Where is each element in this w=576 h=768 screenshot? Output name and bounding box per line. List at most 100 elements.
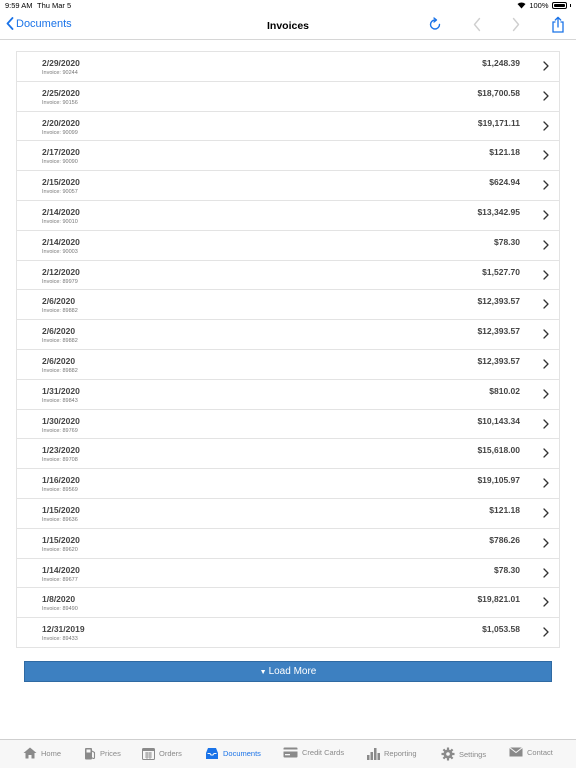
invoice-row[interactable]: 1/23/2020 Invoice: 89708 $15,618.00 — [17, 439, 559, 470]
invoice-row[interactable]: 2/20/2020 Invoice: 90099 $19,171.11 — [17, 111, 559, 142]
invoice-number: Invoice: 90090 — [42, 159, 78, 166]
invoice-amount: $1,053.58 — [482, 624, 520, 635]
invoice-amount: $1,527.70 — [482, 266, 520, 277]
invoice-amount: $12,393.57 — [477, 326, 520, 337]
tab-prices[interactable]: Prices — [84, 747, 121, 760]
load-more-label: Load More — [268, 666, 317, 677]
invoice-number: Invoice: 89708 — [42, 457, 78, 464]
invoice-number: Invoice: 89490 — [42, 606, 78, 613]
envelope-icon — [509, 747, 523, 757]
bar-chart-icon — [367, 748, 380, 760]
invoice-row[interactable]: 2/14/2020 Invoice: 90003 $78.30 — [17, 230, 559, 261]
calendar-icon — [142, 748, 155, 760]
battery-percent: 100% — [529, 1, 549, 10]
invoice-date: 2/25/2020 — [42, 87, 80, 98]
chevron-right-icon — [543, 299, 549, 310]
invoice-row[interactable]: 2/17/2020 Invoice: 90090 $121.18 — [17, 141, 559, 172]
battery-icon — [551, 2, 567, 9]
tab-reporting[interactable]: Reporting — [366, 747, 417, 760]
share-icon[interactable] — [551, 16, 565, 33]
tab-home[interactable]: Home — [23, 747, 61, 759]
invoice-date: 2/6/2020 — [42, 296, 76, 307]
invoice-row[interactable]: 2/29/2020 Invoice: 90244 $1,248.39 — [17, 52, 559, 82]
invoice-amount: $18,700.58 — [477, 87, 520, 98]
load-more-button[interactable]: ▼ Load More — [24, 661, 552, 682]
chevron-right-icon — [543, 389, 549, 399]
invoice-row[interactable]: 12/31/2019 Invoice: 89433 $1,053.58 — [17, 618, 559, 648]
invoice-amount: $786.26 — [489, 534, 520, 545]
invoice-number: Invoice: 89620 — [42, 546, 78, 553]
tab-contact-label: Contact — [527, 747, 553, 757]
tab-documents[interactable]: Documents — [205, 747, 261, 760]
invoice-row[interactable]: 2/12/2020 Invoice: 89979 $1,527.70 — [17, 260, 559, 291]
invoice-row[interactable]: 2/6/2020 Invoice: 89882 $12,393.57 — [17, 320, 559, 350]
invoice-number: Invoice: 89882 — [42, 308, 78, 315]
status-bar: 9:59 AM Thu Mar 5 100% — [0, 0, 576, 12]
invoice-number: Invoice: 89882 — [42, 367, 78, 374]
tab-contact[interactable]: Contact — [509, 747, 553, 757]
chevron-right-icon — [543, 478, 549, 488]
previous-arrow-icon[interactable] — [472, 17, 482, 32]
tab-reporting-label: Reporting — [384, 749, 417, 758]
status-right: 100% — [517, 1, 571, 10]
invoice-number: Invoice: 89769 — [42, 427, 78, 434]
invoice-date: 2/14/2020 — [42, 206, 80, 217]
chevron-right-icon — [543, 538, 549, 548]
credit-card-icon — [283, 747, 298, 758]
invoice-amount: $121.18 — [489, 147, 520, 158]
invoice-number: Invoice: 90156 — [42, 99, 78, 106]
invoice-row[interactable]: 1/15/2020 Invoice: 89620 $786.26 — [17, 528, 559, 559]
invoice-date: 2/6/2020 — [42, 326, 76, 337]
wifi-icon — [517, 2, 526, 9]
invoice-amount: $624.94 — [489, 177, 520, 188]
invoice-number: Invoice: 90003 — [42, 248, 78, 255]
battery-tip — [569, 4, 571, 7]
tab-credit-cards-label: Credit Cards — [302, 748, 345, 757]
invoice-amount: $10,143.34 — [477, 415, 520, 426]
refresh-icon[interactable] — [428, 17, 442, 32]
tab-home-label: Home — [41, 748, 62, 758]
invoice-date: 1/8/2020 — [42, 594, 76, 605]
tab-credit-cards[interactable]: Credit Cards — [283, 747, 344, 758]
invoice-row[interactable]: 1/31/2020 Invoice: 89843 $810.02 — [17, 379, 559, 410]
invoice-date: 1/30/2020 — [42, 415, 80, 426]
status-date: Thu Mar 5 — [37, 1, 72, 10]
invoice-row[interactable]: 1/15/2020 Invoice: 89636 $121.18 — [17, 498, 559, 529]
invoice-row[interactable]: 2/14/2020 Invoice: 90010 $13,342.95 — [17, 200, 559, 231]
invoice-date: 1/23/2020 — [42, 445, 80, 456]
invoice-row[interactable]: 2/6/2020 Invoice: 89882 $12,393.57 — [17, 290, 559, 321]
invoice-date: 2/6/2020 — [42, 355, 76, 366]
invoice-row[interactable]: 2/25/2020 Invoice: 90156 $18,700.58 — [17, 81, 559, 112]
invoice-amount: $12,393.57 — [477, 355, 520, 366]
invoice-date: 2/17/2020 — [42, 147, 80, 158]
invoice-number: Invoice: 89569 — [42, 487, 78, 494]
invoice-row[interactable]: 1/14/2020 Invoice: 89677 $78.30 — [17, 558, 559, 589]
invoice-number: Invoice: 90010 — [42, 218, 78, 225]
tab-bar: Home Prices Orders Documents Credit Card… — [0, 739, 576, 768]
invoice-amount: $13,342.95 — [477, 206, 520, 217]
tab-settings[interactable]: Settings — [441, 747, 486, 761]
invoice-number: Invoice: 89979 — [42, 278, 78, 285]
invoice-date: 2/14/2020 — [42, 236, 80, 247]
chevron-right-icon — [543, 269, 549, 280]
invoice-amount: $78.30 — [494, 236, 520, 247]
invoice-amount: $19,105.97 — [477, 475, 520, 486]
invoice-number: Invoice: 89433 — [42, 636, 78, 643]
invoice-date: 12/31/2019 — [42, 624, 85, 635]
invoice-row[interactable]: 2/6/2020 Invoice: 89882 $12,393.57 — [17, 349, 559, 380]
invoice-number: Invoice: 89882 — [42, 338, 78, 345]
invoice-row[interactable]: 1/16/2020 Invoice: 89569 $19,105.97 — [17, 469, 559, 499]
home-icon — [23, 747, 37, 759]
invoice-row[interactable]: 2/15/2020 Invoice: 90057 $624.94 — [17, 171, 559, 201]
chevron-right-icon — [543, 210, 549, 220]
chevron-right-icon — [543, 91, 549, 101]
chevron-right-icon — [543, 627, 549, 637]
chevron-right-icon — [543, 329, 549, 339]
invoice-number: Invoice: 90244 — [42, 70, 78, 76]
next-arrow-icon[interactable] — [511, 17, 521, 32]
invoice-amount: $1,248.39 — [482, 58, 520, 68]
tab-orders[interactable]: Orders — [142, 747, 182, 760]
invoice-amount: $15,618.00 — [477, 445, 520, 456]
invoice-row[interactable]: 1/8/2020 Invoice: 89490 $19,821.01 — [17, 588, 559, 619]
invoice-row[interactable]: 1/30/2020 Invoice: 89769 $10,143.34 — [17, 409, 559, 440]
